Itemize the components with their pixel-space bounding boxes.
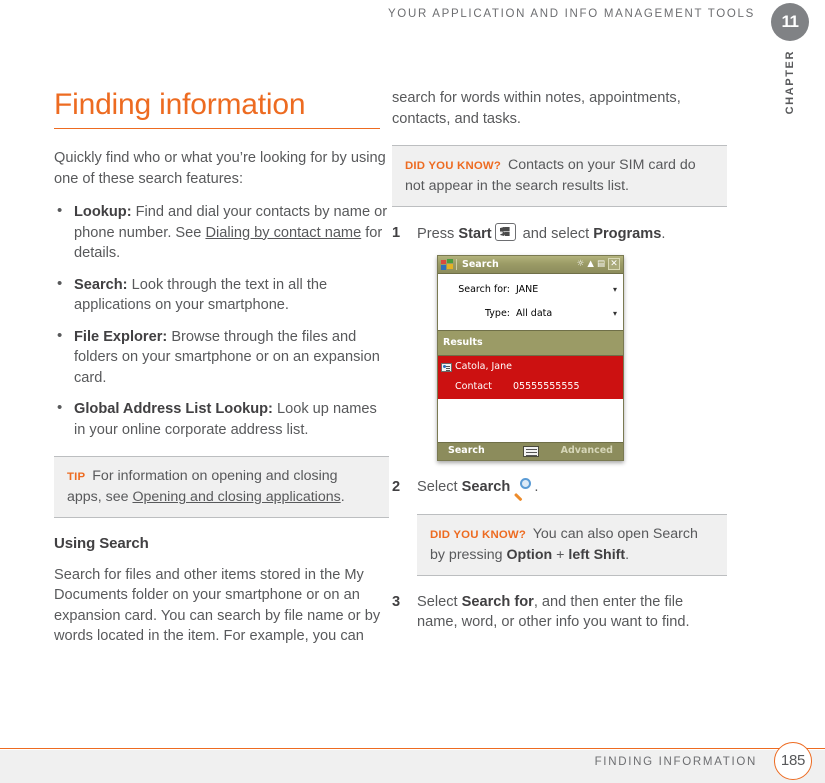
- using-search-paragraph: Search for files and other items stored …: [54, 566, 381, 645]
- step-1: 1 Press Start and select Programs. Search…: [392, 223, 727, 461]
- subheading-using-search: Using Search: [54, 535, 149, 552]
- key-plus: +: [552, 546, 569, 563]
- step-2: 2 Select Search. DID YOU KNOW? You can al…: [392, 477, 727, 576]
- keyboard-icon[interactable]: [522, 446, 539, 457]
- bullet-term: Search:: [74, 276, 128, 293]
- list-item: Lookup: Find and dial your contacts by n…: [54, 201, 389, 264]
- running-head: YOUR APPLICATION AND INFO MANAGEMENT TOO…: [387, 8, 755, 20]
- device-softkey-bar: Search Advanced: [438, 442, 623, 460]
- device-title: Search: [456, 258, 577, 270]
- search-features-list: Lookup: Find and dial your contacts by n…: [54, 201, 389, 440]
- chapter-label: CHAPTER: [784, 50, 796, 115]
- tip-label: TIP: [67, 471, 86, 483]
- did-you-know-label: DID YOU KNOW?: [405, 160, 502, 172]
- result-row-selected[interactable]: Catola, Jane Contact 05555555555: [438, 356, 623, 399]
- key-option: Option: [506, 546, 553, 563]
- page-number-badge: 185: [774, 742, 812, 780]
- list-item: Global Address List Lookup: Look up name…: [54, 398, 389, 440]
- device-titlebar: Search ☼ ▲ ▤ ✕: [438, 255, 623, 274]
- continued-paragraph: search for words within notes, appointme…: [392, 90, 681, 127]
- did-you-know-text-after: .: [625, 546, 630, 563]
- signal-icon[interactable]: ▲: [587, 259, 594, 269]
- volume-icon[interactable]: ☼: [577, 259, 585, 269]
- chevron-down-icon[interactable]: ▾: [613, 280, 619, 301]
- step-text-post: .: [661, 226, 666, 242]
- tip-text-after: .: [340, 489, 345, 505]
- result-detail-line: Contact 05555555555: [441, 377, 619, 398]
- device-system-icons: ☼ ▲ ▤ ✕: [577, 258, 621, 270]
- step-bold-search-for: Search for: [461, 593, 534, 610]
- step-number: 3: [392, 593, 401, 610]
- footer-title: FINDING INFORMATION: [594, 756, 757, 768]
- search-for-label: Search for:: [458, 283, 510, 295]
- step-text-post: .: [534, 479, 539, 495]
- xref-opening-and-closing-applications[interactable]: Opening and closing applications: [132, 489, 340, 505]
- intro-paragraph: Quickly find who or what you’re looking …: [54, 150, 386, 187]
- type-row[interactable]: Type: All data ▾: [438, 302, 623, 327]
- step-bold-search: Search: [461, 479, 511, 495]
- footer-rule: [0, 748, 825, 749]
- key-left-shift: left Shift: [568, 546, 626, 563]
- step-text-pre: Press: [417, 226, 459, 242]
- did-you-know-box-2: DID YOU KNOW? You can also open Search b…: [417, 513, 727, 576]
- softkey-search[interactable]: Search: [438, 441, 523, 462]
- results-list[interactable]: Catola, Jane Contact 05555555555: [438, 356, 623, 442]
- windows-start-key-icon: [494, 223, 516, 241]
- procedure-steps: 1 Press Start and select Programs. Search…: [392, 223, 727, 633]
- result-name-line: Catola, Jane: [441, 357, 619, 378]
- contact-icon: [441, 362, 452, 372]
- step-bold-programs: Programs: [593, 226, 662, 242]
- chevron-down-icon[interactable]: ▾: [613, 304, 619, 325]
- windows-logo-icon: [441, 258, 453, 270]
- step-text-mid: and select: [518, 226, 594, 242]
- result-name: Catola, Jane: [455, 361, 512, 372]
- device-screenshot-search: Search ☼ ▲ ▤ ✕ Search for: JANE ▾ Type: …: [437, 254, 624, 461]
- step-number: 1: [392, 225, 401, 241]
- search-for-row[interactable]: Search for: JANE ▾: [438, 278, 623, 303]
- tip-box: TIP For information on opening and closi…: [54, 456, 389, 518]
- connectivity-icon[interactable]: ▤: [597, 259, 605, 269]
- step-bold-start: Start: [458, 226, 492, 242]
- result-number: 05555555555: [513, 380, 580, 392]
- list-item: Search: Look through the text in all the…: [54, 274, 389, 316]
- did-you-know-label: DID YOU KNOW?: [430, 528, 527, 541]
- right-column: search for words within notes, appointme…: [392, 88, 727, 647]
- softkey-advanced[interactable]: Advanced: [539, 441, 624, 462]
- magnifier-icon: [514, 478, 532, 502]
- page-header: YOUR APPLICATION AND INFO MANAGEMENT TOO…: [0, 0, 825, 114]
- step-3: 3 Select Search for, and then enter the f…: [392, 592, 727, 633]
- list-item: File Explorer: Browse through the files …: [54, 326, 389, 389]
- bullet-term: Global Address List Lookup:: [74, 401, 273, 417]
- type-select[interactable]: All data: [516, 304, 613, 325]
- results-header: Results: [438, 329, 623, 356]
- did-you-know-box-1: DID YOU KNOW? Contacts on your SIM card …: [392, 145, 727, 207]
- step-text-pre: Select: [417, 593, 462, 610]
- xref-dialing-by-contact-name[interactable]: Dialing by contact name: [205, 225, 361, 241]
- title-rule: [54, 128, 380, 129]
- bullet-term: File Explorer:: [74, 328, 168, 345]
- search-for-input[interactable]: JANE: [516, 280, 613, 301]
- step-text-pre: Select: [417, 479, 462, 495]
- close-icon[interactable]: ✕: [608, 258, 620, 270]
- page-title: Finding information: [54, 88, 306, 121]
- chapter-number-badge: 11: [771, 3, 809, 41]
- bullet-term: Lookup:: [74, 204, 132, 220]
- result-type: Contact: [455, 380, 492, 392]
- chapter-tab: 11 CHAPTER: [768, 0, 812, 119]
- left-column: Finding information Quickly find who or …: [54, 88, 389, 647]
- type-label: Type:: [484, 308, 510, 319]
- page-footer: FINDING INFORMATION 185: [0, 738, 825, 783]
- step-number: 2: [392, 479, 401, 495]
- device-search-form: Search for: JANE ▾ Type: All data ▾: [438, 273, 623, 330]
